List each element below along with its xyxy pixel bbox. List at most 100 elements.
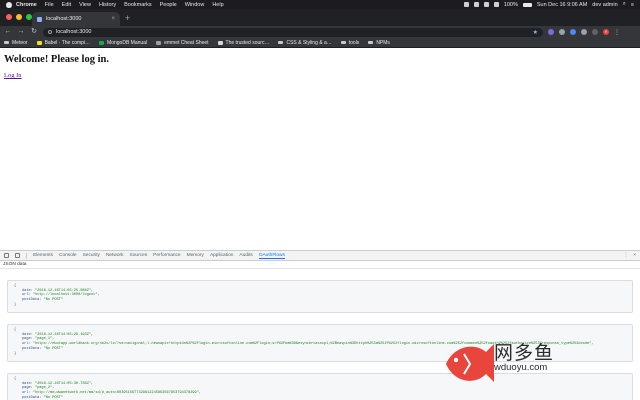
bookmark-label: The trusted sourc… [225, 39, 270, 46]
extension-icon[interactable] [570, 29, 576, 35]
bookmark-label: tools [348, 39, 360, 46]
folder-icon [278, 41, 284, 44]
battery-icon[interactable] [522, 2, 532, 7]
site-icon [217, 40, 223, 45]
bookmark-label: CSS & Styling & a… [286, 39, 332, 46]
bookmark-babel[interactable]: Babel · The compi… [36, 40, 90, 46]
forward-arrow-icon[interactable]: → [17, 28, 25, 36]
page-heading: Welcome! Please log in. [4, 54, 109, 65]
bookmark-trusted-source[interactable]: The trusted sourc… [217, 39, 270, 46]
bookmark-label: NPMs [376, 39, 390, 46]
menu-list-icon[interactable]: ≡ [631, 2, 634, 8]
bookmark-emmet[interactable]: emmet Cheat Sheet [156, 39, 209, 46]
record-postdata: "No POST" [43, 346, 63, 351]
tab-application[interactable]: Application [210, 253, 233, 258]
close-tab-icon[interactable]: × [111, 16, 115, 22]
volume-icon[interactable] [493, 2, 499, 7]
menu-chrome[interactable]: Chrome [16, 2, 37, 8]
menubar-user[interactable]: dev admin [592, 2, 617, 8]
menu-people[interactable]: People [160, 2, 177, 8]
menu-help[interactable]: Help [212, 2, 223, 8]
menubar-clock[interactable]: Sun Dec 16 9:06 AM [537, 2, 587, 8]
close-devtools-icon[interactable]: × [633, 253, 636, 258]
emmet-icon [156, 40, 162, 45]
menu-window[interactable]: Window [185, 2, 205, 8]
record-page: "page_1" [34, 337, 53, 342]
bookmark-label: Meteor [12, 39, 28, 46]
menu-view[interactable]: View [79, 2, 91, 8]
apple-icon[interactable] [6, 1, 12, 8]
back-arrow-icon[interactable]: ← [4, 28, 12, 36]
folder-icon [4, 41, 9, 44]
bookmark-meteor[interactable]: Meteor [4, 40, 28, 46]
tab-performance[interactable]: Performance [153, 253, 180, 258]
json-brace: } [14, 302, 17, 307]
wifi-icon[interactable] [483, 2, 489, 7]
babel-icon [36, 40, 42, 45]
browser-tab[interactable]: localhost:3000 × [32, 12, 120, 26]
devtools-menu-icon[interactable]: ⋮ [623, 253, 628, 258]
tab-console[interactable]: Console [59, 253, 77, 258]
tab-title: localhost:3000 [46, 16, 82, 22]
menu-history[interactable]: History [99, 2, 116, 8]
inspect-element-icon[interactable] [4, 253, 9, 258]
extension-icon[interactable] [592, 29, 598, 35]
watermark-text: 网多鱼 [494, 342, 555, 364]
folder-icon [368, 41, 374, 44]
bookmark-mongodb[interactable]: MongoDB Manual [99, 40, 147, 46]
json-record: { date: "2018-12-16T14:05:25.088Z", url:… [7, 280, 633, 313]
mongodb-leaf-icon [99, 40, 105, 45]
extension-icon[interactable] [548, 29, 554, 35]
minimize-window-button[interactable] [16, 14, 22, 20]
json-line: postData: "No POST" [22, 395, 63, 400]
login-link[interactable]: Log In [4, 72, 22, 79]
devtools-tab-bar: Elements Console Security Network Source… [0, 251, 640, 261]
status-icon[interactable] [463, 2, 469, 7]
close-window-button[interactable] [6, 14, 12, 20]
site-info-icon[interactable] [48, 30, 52, 34]
menu-edit[interactable]: Edit [62, 2, 71, 8]
device-toolbar-icon[interactable] [15, 253, 20, 258]
divider [26, 252, 27, 259]
record-postdata: "No POST" [43, 298, 63, 303]
record-postdata: "No POST" [43, 395, 63, 400]
status-icon[interactable] [473, 2, 479, 7]
tab-audits[interactable]: Audits [239, 253, 252, 258]
tab-memory[interactable]: Memory [187, 253, 204, 258]
bookmark-label: MongoDB Manual [107, 39, 148, 46]
folder-icon [340, 41, 346, 44]
bookmark-css-styling[interactable]: CSS & Styling & a… [278, 39, 332, 46]
record-url: "http://localhost:3000/logout" [32, 293, 98, 298]
record-page: "page_2" [34, 386, 53, 391]
menubar-status-area: 100% Sun Dec 16 9:06 AM dev admin ⌕ ≡ [463, 1, 640, 8]
browser-toolbar: ← → ↻ localhost:3000 ★ Y ⋮ [0, 26, 640, 38]
bookmark-label: emmet Cheat Sheet [164, 39, 209, 46]
address-bar[interactable]: localhost:3000 ★ [43, 27, 543, 37]
battery-percent: 100% [503, 1, 518, 8]
page-viewport: Welcome! Please log in. Log In [0, 48, 640, 250]
fish-icon [446, 344, 494, 382]
bookmark-star-icon[interactable]: ★ [533, 29, 538, 36]
menu-file[interactable]: File [45, 2, 54, 8]
menu-bar: Chrome File Edit View History Bookmarks … [0, 0, 640, 9]
extension-icon[interactable] [581, 29, 587, 35]
tab-elements[interactable]: Elements [33, 253, 53, 258]
bookmark-npms[interactable]: NPMs [368, 40, 390, 46]
favicon-icon [37, 16, 42, 22]
reload-icon[interactable]: ↻ [30, 28, 38, 36]
profile-avatar[interactable]: Y [603, 29, 609, 35]
bookmark-tools[interactable]: tools [340, 39, 360, 46]
tab-sources[interactable]: Sources [130, 253, 148, 258]
menu-bookmarks[interactable]: Bookmarks [124, 2, 152, 8]
tab-strip: localhost:3000 × + [0, 9, 640, 26]
extension-icon[interactable] [559, 29, 565, 35]
browser-menu-icon[interactable]: ⋮ [614, 29, 620, 36]
devtools-controls: ⋮ × [623, 253, 636, 258]
tab-oauthflows[interactable]: OAuthFlows [258, 253, 285, 259]
tab-network[interactable]: Network [106, 253, 124, 258]
tab-security[interactable]: Security [83, 253, 100, 258]
search-icon[interactable]: ⌕ [623, 1, 626, 8]
window-controls [6, 14, 32, 20]
new-tab-button[interactable]: + [125, 12, 130, 24]
record-url: "http://mm.wwwnetwork.net/mm/sd/d_auto=6… [32, 391, 199, 396]
